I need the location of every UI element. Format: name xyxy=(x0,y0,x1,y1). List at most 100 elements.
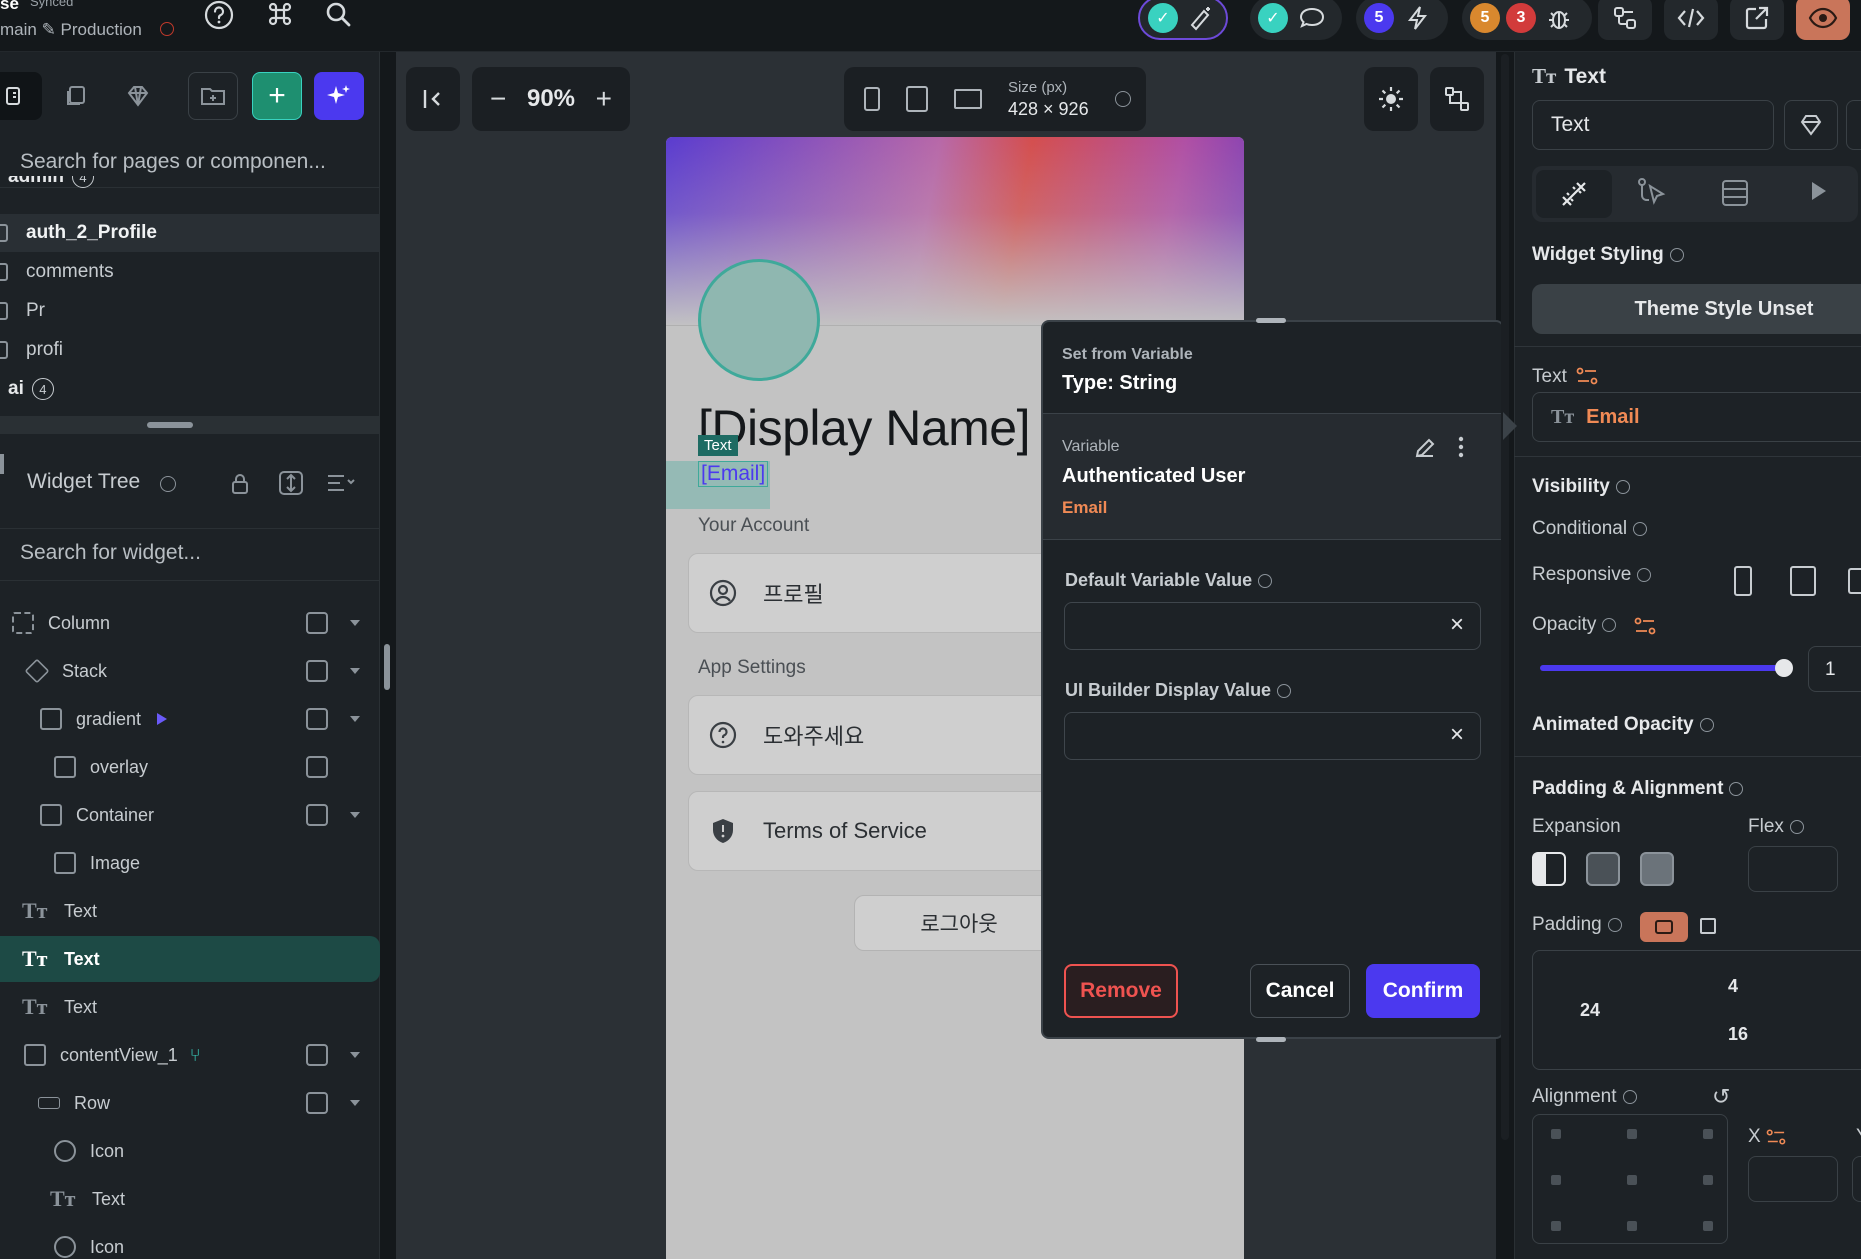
padding-left-value[interactable]: 24 xyxy=(1580,1000,1600,1021)
align-center-left[interactable] xyxy=(1551,1175,1561,1185)
pages-tab-icon[interactable] xyxy=(0,72,42,120)
cancel-button[interactable]: Cancel xyxy=(1250,964,1350,1018)
code-icon[interactable] xyxy=(1664,0,1718,40)
align-bottom-left[interactable] xyxy=(1551,1221,1561,1231)
canvas-scrollbar[interactable] xyxy=(1501,54,1509,1140)
help-icon[interactable] xyxy=(204,0,234,30)
dialog-resize-handle[interactable] xyxy=(1256,318,1286,323)
info-icon[interactable] xyxy=(1607,917,1622,932)
library-diamond-icon[interactable] xyxy=(1784,100,1838,150)
light-mode-icon[interactable] xyxy=(1364,67,1418,131)
conditional-row[interactable]: Conditional xyxy=(1532,518,1648,540)
tree-item-gradient[interactable]: gradient xyxy=(0,696,380,742)
text-value-field[interactable]: Tт Email xyxy=(1532,392,1861,442)
edit-pencil-icon[interactable] xyxy=(1413,436,1437,460)
backend-query-icon[interactable] xyxy=(1720,178,1750,208)
library-tab-icon[interactable] xyxy=(114,72,162,120)
opacity-slider-thumb[interactable] xyxy=(1775,659,1793,677)
widget-search-input[interactable]: Search for widget... xyxy=(20,541,201,565)
responsive-phone-icon[interactable] xyxy=(1734,566,1752,596)
display-name-text[interactable]: [Display Name] xyxy=(698,399,1031,457)
tree-item-icon[interactable]: Icon xyxy=(0,1128,380,1174)
play-icon[interactable] xyxy=(1812,182,1826,200)
resize-handle[interactable] xyxy=(147,422,193,428)
open-external-icon[interactable] xyxy=(1730,0,1784,40)
theme-style-dropdown[interactable]: Theme Style Unset xyxy=(1532,284,1861,334)
responsive-tablet-icon[interactable] xyxy=(1790,566,1816,596)
align-bottom-right[interactable] xyxy=(1703,1221,1713,1231)
tree-item-contentview[interactable]: contentView_1 ⑂ xyxy=(0,1032,380,1078)
add-child-icon[interactable] xyxy=(306,708,328,730)
tree-item-icon[interactable]: Icon xyxy=(0,1224,380,1259)
info-icon[interactable] xyxy=(1258,574,1273,589)
chevron-down-icon[interactable] xyxy=(350,620,360,626)
page-item-auth-2-profile[interactable]: auth_2_Profile xyxy=(0,214,380,252)
info-icon[interactable] xyxy=(1789,819,1804,834)
chevron-down-icon[interactable] xyxy=(350,1052,360,1058)
lock-icon[interactable] xyxy=(230,472,250,496)
tree-item-container[interactable]: Container xyxy=(0,792,380,838)
add-child-icon[interactable] xyxy=(306,1092,328,1114)
page-item-pr[interactable]: Pr xyxy=(0,292,380,330)
preview-eye-icon[interactable] xyxy=(1796,0,1850,40)
info-icon[interactable] xyxy=(1669,247,1684,262)
info-icon[interactable] xyxy=(1637,567,1652,582)
branching-icon[interactable] xyxy=(1598,0,1652,40)
expansion-expanded-icon[interactable] xyxy=(1640,852,1674,886)
widget-name-input[interactable]: Text xyxy=(1532,100,1774,150)
logout-button[interactable]: 로그아웃 xyxy=(854,895,1064,951)
zoom-level[interactable]: 90% xyxy=(527,85,575,113)
remove-button[interactable]: Remove xyxy=(1064,964,1178,1018)
align-center-right[interactable] xyxy=(1703,1175,1713,1185)
animated-opacity-heading[interactable]: Animated Opacity xyxy=(1532,714,1714,736)
padding-individual-toggle[interactable] xyxy=(1700,918,1716,934)
info-icon[interactable] xyxy=(1699,717,1714,732)
canvas-settings-icon[interactable] xyxy=(1430,67,1484,131)
clear-icon[interactable]: × xyxy=(1450,721,1464,749)
add-child-icon[interactable] xyxy=(306,1044,328,1066)
align-center[interactable] xyxy=(1627,1175,1637,1185)
confirm-button[interactable]: Confirm xyxy=(1366,964,1480,1018)
chevron-down-icon[interactable] xyxy=(350,716,360,722)
ui-builder-value-input[interactable]: × xyxy=(1064,712,1481,760)
tree-item-stack[interactable]: Stack xyxy=(0,648,380,694)
actions-tab-icon[interactable] xyxy=(1636,176,1668,208)
project-name[interactable]: se xyxy=(0,0,19,14)
more-options-button[interactable] xyxy=(1846,100,1861,150)
command-icon[interactable] xyxy=(266,0,294,28)
comments-pill[interactable]: ✓ xyxy=(1250,0,1342,40)
opacity-slider-track[interactable] xyxy=(1540,665,1784,671)
variable-section[interactable]: Variable Authenticated User Email xyxy=(1043,414,1502,540)
tree-item-column[interactable]: Column xyxy=(0,600,380,646)
drag-handle-icon[interactable] xyxy=(0,454,4,474)
align-top-center[interactable] xyxy=(1627,1129,1637,1139)
reset-alignment-icon[interactable]: ↺ xyxy=(1712,1084,1730,1110)
zoom-in-button[interactable]: + xyxy=(596,83,612,115)
flex-input[interactable] xyxy=(1748,846,1838,892)
tree-item-overlay[interactable]: overlay xyxy=(0,744,380,790)
padding-top-value[interactable]: 4 xyxy=(1728,976,1738,997)
dialog-resize-handle[interactable] xyxy=(1256,1037,1286,1042)
page-item-comments[interactable]: comments xyxy=(0,253,380,291)
page-folder-ai[interactable]: ai 4 xyxy=(0,370,380,408)
components-tab-icon[interactable] xyxy=(52,72,100,120)
page-search-input[interactable]: Search for pages or componen... xyxy=(20,150,326,174)
add-page-button[interactable]: + xyxy=(252,72,302,120)
tree-item-row[interactable]: Row xyxy=(0,1080,380,1126)
ai-status-pill[interactable]: ✓ xyxy=(1138,0,1228,40)
align-top-left[interactable] xyxy=(1551,1129,1561,1139)
add-folder-icon[interactable] xyxy=(188,72,238,120)
add-child-icon[interactable] xyxy=(306,612,328,634)
widget-tree-info-icon[interactable] xyxy=(160,476,176,492)
clear-icon[interactable]: × xyxy=(1450,611,1464,639)
phone-icon[interactable] xyxy=(864,87,880,111)
tree-scrollbar[interactable] xyxy=(384,644,390,690)
info-icon[interactable] xyxy=(1602,617,1617,632)
ai-generate-icon[interactable] xyxy=(314,72,364,120)
info-icon[interactable] xyxy=(1729,781,1744,796)
tree-item-text[interactable]: Tт Text xyxy=(0,984,380,1030)
align-x-input[interactable] xyxy=(1748,1156,1838,1202)
email-text[interactable]: [Email] xyxy=(698,461,769,487)
chevron-down-icon[interactable] xyxy=(350,668,360,674)
default-value-input[interactable]: × xyxy=(1064,602,1481,650)
